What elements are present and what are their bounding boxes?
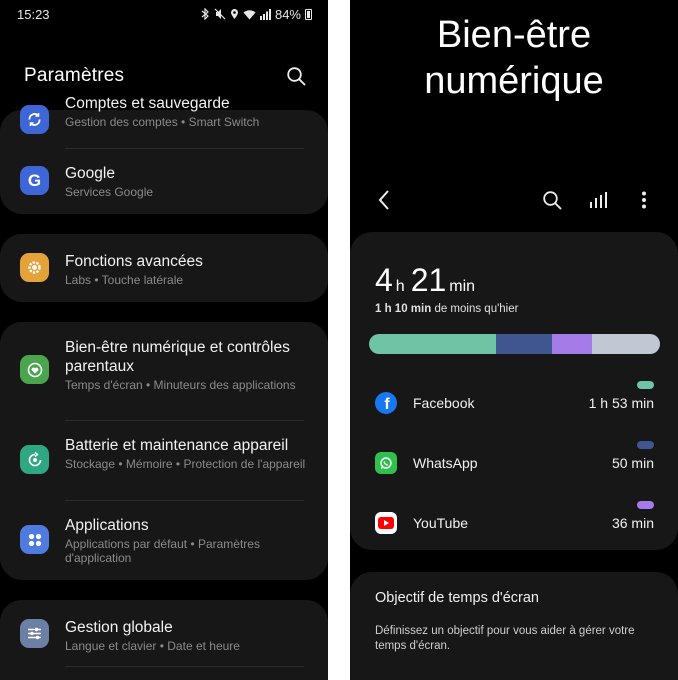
item-subtitle: Gestion des comptes • Smart Switch — [65, 115, 260, 129]
list-item-digital-wellbeing[interactable]: Bien-être numérique et contrôles parenta… — [0, 338, 328, 408]
item-title: Google — [65, 165, 115, 182]
divider — [65, 500, 304, 501]
item-title: Gestion globale — [65, 619, 173, 636]
app-time: 50 min — [611, 455, 654, 471]
item-subtitle: Services Google — [65, 185, 154, 199]
battery-level: 84% — [274, 6, 301, 22]
settings-group-advanced: Fonctions avancées Labs • Touche latéral… — [0, 234, 328, 302]
item-title: Comptes et sauvegarde — [65, 95, 230, 112]
whatsapp-icon — [375, 452, 397, 474]
gear-icon — [20, 253, 49, 282]
settings-screen: 15:23 84% Paramètres Comptes et sauvegar… — [0, 0, 328, 680]
maintenance-icon — [20, 445, 49, 474]
goal-title: Objectif de temps d'écran — [375, 590, 539, 606]
comparison-label: de moins qu'hier — [431, 303, 519, 315]
comparison-amount: 1 h 10 min — [375, 303, 432, 315]
more-options-button[interactable] — [630, 186, 658, 214]
list-item-google[interactable]: G Google Services Google — [0, 162, 328, 202]
app-name: Facebook — [413, 395, 475, 411]
page-title-text: Bien-être numérique — [424, 14, 604, 102]
toolbar — [370, 185, 658, 215]
bluetooth-icon — [201, 8, 209, 20]
app-usage-row-youtube[interactable]: YouTube 36 min — [350, 501, 678, 544]
app-name: WhatsApp — [413, 455, 478, 471]
settings-group-general: Gestion globale Langue et clavier • Date… — [0, 600, 328, 680]
app-name: YouTube — [413, 515, 469, 531]
total-screen-time: 4 h 21 min — [375, 262, 481, 299]
wellbeing-icon — [20, 355, 49, 384]
divider — [65, 148, 304, 149]
app-time: 36 min — [611, 515, 654, 531]
list-item-accounts[interactable]: Comptes et sauvegarde Gestion des compte… — [0, 95, 328, 138]
search-icon — [543, 191, 562, 210]
list-item-battery-maintenance[interactable]: Batterie et maintenance appareil Stockag… — [0, 436, 328, 488]
search-icon — [287, 67, 306, 86]
hours-unit: h — [395, 278, 405, 295]
usage-bar-segment — [592, 334, 660, 354]
page-title: Bien-être numérique — [350, 12, 678, 104]
legend-pill — [637, 381, 654, 389]
youtube-icon — [375, 512, 397, 534]
stats-button[interactable] — [584, 186, 612, 214]
legend-pill — [637, 441, 654, 449]
app-usage-row-whatsapp[interactable]: WhatsApp 50 min — [350, 441, 678, 484]
usage-bar — [369, 334, 660, 354]
item-subtitle: Langue et clavier • Date et heure — [65, 639, 240, 653]
list-item-general-management[interactable]: Gestion globale Langue et clavier • Date… — [0, 616, 328, 656]
item-title: Fonctions avancées — [65, 253, 203, 270]
location-icon — [230, 9, 238, 19]
item-subtitle: Temps d'écran • Minuteurs des applicatio… — [65, 378, 296, 392]
apps-icon — [20, 525, 49, 554]
google-icon: G — [20, 166, 49, 195]
settings-group-accounts: Comptes et sauvegarde Gestion des compte… — [0, 95, 328, 214]
hours-value: 4 — [375, 262, 393, 298]
usage-bar-segment — [551, 334, 593, 354]
item-subtitle: Stockage • Mémoire • Protection de l'app… — [65, 457, 306, 471]
sliders-icon — [20, 619, 49, 648]
status-time: 15:23 — [17, 6, 50, 22]
more-vert-icon — [642, 191, 646, 209]
settings-header: Paramètres — [24, 58, 310, 94]
screen-time-card[interactable]: 4 h 21 min 1 h 10 min de moins qu'hier f… — [350, 232, 678, 550]
search-button[interactable] — [538, 186, 566, 214]
minutes-value: 21 — [410, 262, 447, 298]
back-button[interactable] — [370, 186, 398, 214]
usage-bar-segment — [495, 334, 552, 354]
usage-bar-segment — [369, 334, 496, 354]
comparison-text: 1 h 10 min de moins qu'hier — [375, 303, 518, 315]
item-title: Applications — [65, 517, 149, 534]
bar-chart-icon — [590, 192, 607, 208]
chevron-left-icon — [378, 190, 389, 210]
item-title: Batterie et maintenance appareil — [65, 437, 289, 454]
mute-icon — [214, 8, 226, 20]
app-time: 1 h 53 min — [588, 395, 654, 411]
goal-description: Définissez un objectif pour vous aider à… — [375, 625, 635, 652]
legend-pill — [637, 501, 654, 509]
app-usage-row-facebook[interactable]: f Facebook 1 h 53 min — [350, 381, 678, 424]
screen-time-goal-card[interactable]: Objectif de temps d'écran Définissez un … — [350, 572, 678, 680]
item-subtitle: Applications par défaut • Paramètres d'a… — [65, 537, 260, 565]
digital-wellbeing-screen: Bien-être numérique 4 h 21 min 1 h 10 mi… — [350, 0, 678, 680]
divider — [65, 420, 304, 421]
item-title: Bien-être numérique et contrôles parenta… — [65, 339, 290, 375]
settings-group-device: Bien-être numérique et contrôles parenta… — [0, 322, 328, 580]
divider — [65, 666, 304, 667]
status-bar: 15:23 84% — [0, 0, 328, 28]
search-button[interactable] — [282, 62, 310, 90]
list-item-applications[interactable]: Applications Applications par défaut • P… — [0, 516, 328, 568]
signal-icon — [259, 8, 271, 20]
item-subtitle: Labs • Touche latérale — [65, 273, 184, 287]
wifi-icon — [243, 9, 256, 19]
minutes-unit: min — [449, 278, 476, 295]
list-item-advanced-features[interactable]: Fonctions avancées Labs • Touche latéral… — [0, 250, 328, 290]
facebook-icon: f — [375, 392, 397, 414]
sync-icon — [20, 105, 49, 134]
page-title: Paramètres — [24, 65, 125, 86]
battery-icon — [305, 8, 312, 20]
